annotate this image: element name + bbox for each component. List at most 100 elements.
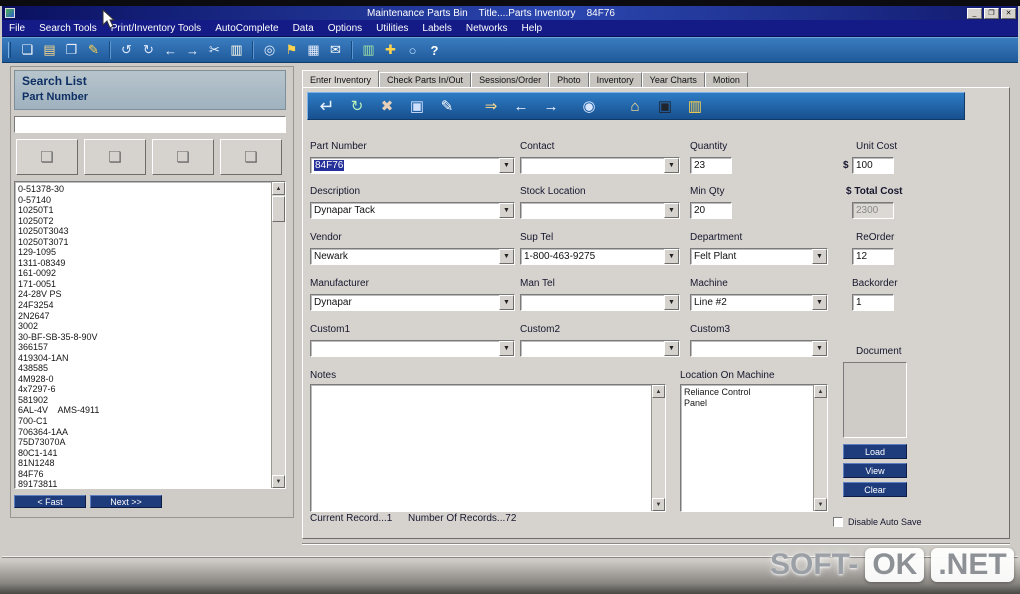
scroll-down-icon[interactable]: ▼: [272, 475, 285, 488]
list-item[interactable]: 700-C1: [15, 416, 271, 427]
list-send-button[interactable]: ❏: [84, 139, 146, 175]
load-button[interactable]: Load: [843, 444, 907, 459]
next-button[interactable]: Next >>: [90, 495, 162, 508]
list-item[interactable]: 1311-08349: [15, 258, 271, 269]
list-item[interactable]: 419304-1AN: [15, 353, 271, 364]
custom3-combo[interactable]: ▼: [690, 340, 828, 357]
back-arrow-icon[interactable]: ←: [161, 41, 180, 60]
list-item[interactable]: 6AL-4V AMS-4911: [15, 405, 271, 416]
list-item[interactable]: 75D73070A: [15, 437, 271, 448]
tab-enter-inventory[interactable]: Enter Inventory: [302, 70, 380, 88]
list-item[interactable]: 0-51378-30: [15, 184, 271, 195]
list-item[interactable]: 24F3254: [15, 300, 271, 311]
save-record-icon[interactable]: ▣: [406, 95, 428, 117]
list-item[interactable]: 10250T2: [15, 216, 271, 227]
scrollbar-thumb[interactable]: [272, 196, 285, 222]
minimize-button[interactable]: _: [967, 7, 982, 19]
custom1-combo[interactable]: ▼: [310, 340, 515, 357]
menu-item-file[interactable]: File: [2, 21, 32, 36]
list-item[interactable]: 366157: [15, 342, 271, 353]
tools-icon[interactable]: ✚: [381, 41, 400, 60]
manufacturer-combo[interactable]: Dynapar ▼: [310, 294, 515, 311]
globe-icon[interactable]: ○: [403, 41, 422, 60]
scroll-down-icon[interactable]: ▼: [814, 498, 827, 511]
sup-tel-combo[interactable]: 1-800-463-9275 ▼: [520, 248, 680, 265]
list-item[interactable]: 81N1248: [15, 458, 271, 469]
dropdown-arrow-icon[interactable]: ▼: [812, 249, 827, 264]
view-record-icon[interactable]: ◉: [578, 95, 600, 117]
list-item[interactable]: 2N2647: [15, 311, 271, 322]
close-button[interactable]: ✕: [1001, 7, 1016, 19]
next-record-icon[interactable]: →: [540, 95, 562, 117]
prev-record-icon[interactable]: ←: [510, 95, 532, 117]
list-item[interactable]: 10250T3043: [15, 226, 271, 237]
flag-icon[interactable]: ⚑: [282, 41, 301, 60]
list-item[interactable]: 438585: [15, 363, 271, 374]
dropdown-arrow-icon[interactable]: ▼: [812, 295, 827, 310]
list-scrollbar[interactable]: ▲ ▼: [271, 182, 285, 488]
menu-item-print-inventory-tools[interactable]: Print/Inventory Tools: [104, 21, 208, 36]
list-item[interactable]: 10250T3071: [15, 237, 271, 248]
photo-icon[interactable]: ▣: [654, 95, 676, 117]
scroll-up-icon[interactable]: ▲: [652, 385, 665, 398]
list-item[interactable]: 581902: [15, 395, 271, 406]
post-record-icon[interactable]: ↵: [316, 95, 338, 117]
list-item[interactable]: 0-57140: [15, 195, 271, 206]
search-input[interactable]: [14, 116, 286, 133]
redo-icon[interactable]: ↻: [139, 41, 158, 60]
menu-item-search-tools[interactable]: Search Tools: [32, 21, 104, 36]
cut-icon[interactable]: ✂: [205, 41, 224, 60]
dropdown-arrow-icon[interactable]: ▼: [664, 203, 679, 218]
menu-item-help[interactable]: Help: [515, 21, 550, 36]
list-item[interactable]: 4x7297-6: [15, 384, 271, 395]
menu-item-utilities[interactable]: Utilities: [369, 21, 415, 36]
menu-item-networks[interactable]: Networks: [459, 21, 515, 36]
custom2-combo[interactable]: ▼: [520, 340, 680, 357]
delete-record-icon[interactable]: ✖: [376, 95, 398, 117]
tab-motion[interactable]: Motion: [704, 72, 748, 88]
list-item[interactable]: 171-0051: [15, 279, 271, 290]
chart-icon[interactable]: ▥: [359, 41, 378, 60]
list-edit-button[interactable]: ❏: [16, 139, 78, 175]
backorder-input[interactable]: [852, 294, 894, 311]
department-combo[interactable]: Felt Plant ▼: [690, 248, 828, 265]
undo-icon[interactable]: ↺: [117, 41, 136, 60]
vendor-combo[interactable]: Newark ▼: [310, 248, 515, 265]
clear-button[interactable]: Clear: [843, 482, 907, 497]
list-find-button[interactable]: ❏: [152, 139, 214, 175]
dropdown-arrow-icon[interactable]: ▼: [499, 158, 514, 173]
new-doc-icon[interactable]: ❏: [18, 41, 37, 60]
search-icon[interactable]: ◎: [260, 41, 279, 60]
menu-item-data[interactable]: Data: [286, 21, 321, 36]
open-folder-icon[interactable]: ▤: [40, 41, 59, 60]
location-scrollbar[interactable]: ▲ ▼: [813, 385, 827, 511]
scroll-up-icon[interactable]: ▲: [272, 182, 285, 195]
menu-item-autocomplete[interactable]: AutoComplete: [208, 21, 285, 36]
dropdown-arrow-icon[interactable]: ▼: [499, 295, 514, 310]
list-item[interactable]: 706364-1AA: [15, 427, 271, 438]
copy-icon[interactable]: ❐: [62, 41, 81, 60]
dropdown-arrow-icon[interactable]: ▼: [812, 341, 827, 356]
dropdown-arrow-icon[interactable]: ▼: [664, 158, 679, 173]
description-combo[interactable]: Dynapar Tack ▼: [310, 202, 515, 219]
dropdown-arrow-icon[interactable]: ▼: [664, 295, 679, 310]
print-icon[interactable]: ▦: [304, 41, 323, 60]
tab-photo[interactable]: Photo: [549, 72, 589, 88]
maximize-button[interactable]: ❐: [984, 7, 999, 19]
chart-icon[interactable]: ▥: [684, 95, 706, 117]
mail-icon[interactable]: ✉: [326, 41, 345, 60]
view-button[interactable]: View: [843, 463, 907, 478]
notes-scrollbar[interactable]: ▲ ▼: [651, 385, 665, 511]
scroll-up-icon[interactable]: ▲: [814, 385, 827, 398]
help-icon[interactable]: ?: [425, 41, 444, 60]
list-item[interactable]: 89173811: [15, 479, 271, 488]
man-tel-combo[interactable]: ▼: [520, 294, 680, 311]
list-export-button[interactable]: ❏: [220, 139, 282, 175]
location-line[interactable]: Panel: [681, 398, 813, 409]
notes-input[interactable]: [312, 386, 650, 510]
list-item[interactable]: 3002: [15, 321, 271, 332]
quantity-input[interactable]: [690, 157, 732, 174]
tab-sessions-order[interactable]: Sessions/Order: [471, 72, 550, 88]
disable-auto-save-checkbox[interactable]: [833, 517, 843, 527]
list-item[interactable]: 84F76: [15, 469, 271, 480]
